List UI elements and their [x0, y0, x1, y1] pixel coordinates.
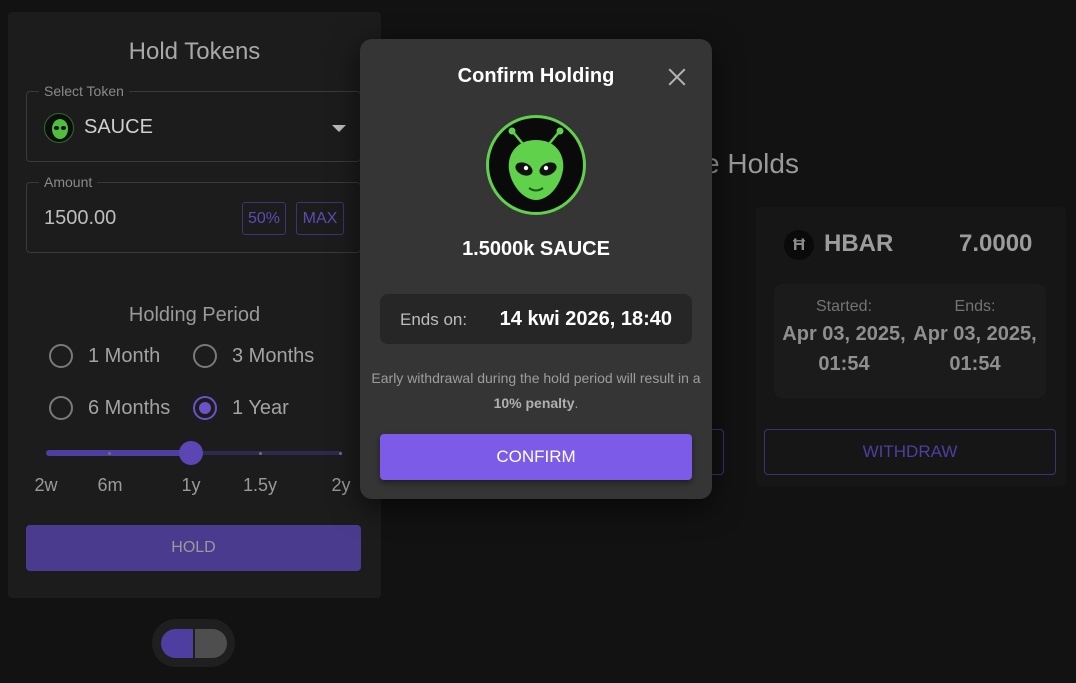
ends-on-label: Ends on: — [400, 310, 468, 329]
started-label: Started: — [815, 298, 873, 315]
amount-field[interactable]: Amount 1500.00 50% MAX — [26, 174, 361, 253]
toggle-light-option[interactable] — [195, 629, 227, 658]
token-select-label: Select Token — [39, 83, 129, 99]
radio-label: 3 Months — [232, 344, 315, 367]
amount-label: Amount — [39, 174, 98, 190]
warning-text: Early withdrawal during the hold period … — [371, 370, 701, 386]
started-column: Started: Apr 03, 2025, 01:54 — [779, 298, 909, 379]
toggle-dark-option[interactable] — [161, 629, 193, 658]
chevron-down-icon[interactable] — [332, 125, 346, 132]
fifty-percent-button[interactable]: 50% — [242, 202, 286, 235]
slider-tick-label: 1.5y — [242, 475, 278, 495]
slider-tick — [259, 452, 262, 455]
slider-tick-label: 2y — [331, 475, 351, 495]
hold-token-symbol: HBAR — [824, 230, 894, 257]
hbar-icon: Ħ — [784, 230, 814, 260]
radio-3-months[interactable]: 3 Months — [193, 344, 314, 368]
theme-toggle[interactable] — [152, 619, 235, 667]
radio-1-year[interactable]: 1 Year — [193, 396, 289, 420]
slider-tick-label: 1y — [181, 475, 201, 495]
slider-tick — [108, 452, 111, 455]
radio-circle[interactable] — [49, 396, 73, 420]
panel-title: Hold Tokens — [128, 38, 261, 65]
started-value: Apr 03, 2025, 01:54 — [782, 323, 906, 375]
ends-on-box: Ends on: 14 kwi 2026, 18:40 — [380, 294, 692, 344]
alien-token-icon — [44, 113, 74, 143]
modal-title: Confirm Holding — [457, 65, 615, 87]
radio-label: 6 Months — [88, 396, 171, 419]
hold-button[interactable]: HOLD — [26, 525, 361, 571]
selected-token: SAUCE — [84, 116, 153, 138]
radio-1-month[interactable]: 1 Month — [49, 344, 160, 368]
period-slider-fill — [46, 450, 191, 456]
ends-value: Apr 03, 2025, 01:54 — [913, 323, 1037, 375]
confirm-holding-modal: Confirm Holding 1.5000k SAUCE Ends on: 1… — [360, 39, 712, 499]
penalty-warning: Early withdrawal during the hold period … — [360, 366, 712, 416]
radio-circle[interactable] — [49, 344, 73, 368]
ends-on-value: 14 kwi 2026, 18:40 — [499, 308, 672, 330]
radio-circle[interactable] — [193, 344, 217, 368]
radio-circle-selected[interactable] — [193, 396, 217, 420]
radio-label: 1 Year — [232, 396, 289, 419]
hold-dates: Started: Apr 03, 2025, 01:54 Ends: Apr 0… — [774, 284, 1046, 398]
alien-token-logo — [486, 115, 586, 215]
hold-amount: 7.0000 — [959, 230, 1033, 257]
confirm-button[interactable]: CONFIRM — [380, 434, 692, 480]
slider-tick-label: 6m — [97, 475, 123, 495]
slider-tick-label: 2w — [34, 475, 58, 495]
amount-input[interactable]: 1500.00 — [44, 207, 116, 230]
withdraw-button[interactable]: WITHDRAW — [764, 429, 1056, 475]
penalty-text: 10% penalty — [493, 395, 575, 411]
token-select[interactable]: Select Token SAUCE — [26, 83, 361, 162]
close-icon[interactable] — [665, 65, 689, 89]
ends-label: Ends: — [954, 298, 996, 315]
radio-label: 1 Month — [88, 344, 161, 367]
max-button[interactable]: MAX — [296, 202, 344, 235]
ends-column: Ends: Apr 03, 2025, 01:54 — [910, 298, 1040, 379]
hold-tokens-panel: Hold Tokens Select Token SAUCE Amount 15… — [8, 12, 381, 598]
warning-suffix: . — [574, 395, 579, 411]
radio-6-months[interactable]: 6 Months — [49, 396, 170, 420]
slider-tick — [339, 452, 342, 455]
holding-period-title: Holding Period — [128, 304, 261, 326]
modal-amount: 1.5000k SAUCE — [462, 238, 610, 260]
period-slider-thumb[interactable] — [179, 441, 203, 465]
